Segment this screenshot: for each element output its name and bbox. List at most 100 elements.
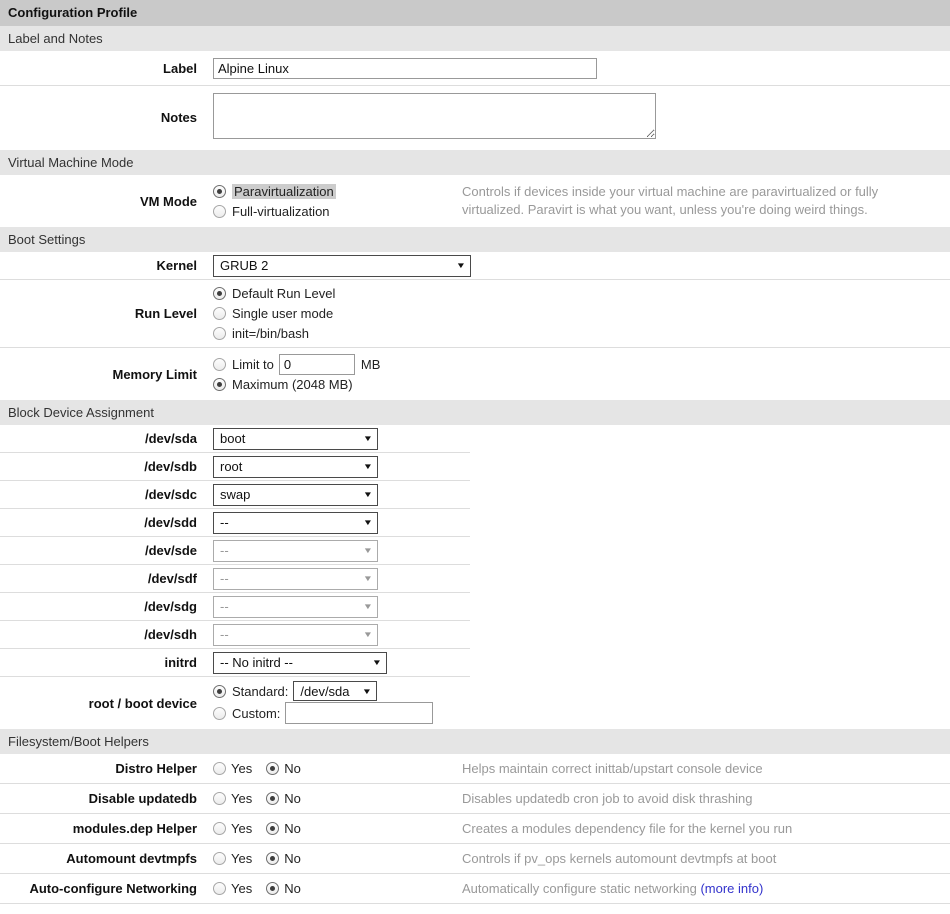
run-level-option-label: init=/bin/bash xyxy=(232,326,309,341)
page-title: Configuration Profile xyxy=(0,0,950,26)
root-boot-custom-option[interactable]: Custom: xyxy=(213,701,465,725)
initrd-row: initrd -- No initrd -- ▼ xyxy=(0,649,470,677)
run-level-option-single-user[interactable]: Single user mode xyxy=(213,304,462,324)
radio-yes-icon[interactable] xyxy=(213,822,226,835)
vm-mode-option-paravirtualization[interactable]: Paravirtualization xyxy=(213,181,462,201)
custom-label: Custom: xyxy=(232,706,280,721)
section-boot-settings: Boot Settings xyxy=(0,227,950,252)
chevron-down-icon: ▼ xyxy=(363,434,373,443)
chevron-down-icon: ▼ xyxy=(372,658,382,667)
block-device-row-sdg: /dev/sdg -- ▼ xyxy=(0,593,470,621)
block-device-row-sdb: /dev/sdb root ▼ xyxy=(0,453,470,481)
radio-checked-icon[interactable] xyxy=(213,185,226,198)
yes-label: Yes xyxy=(231,821,252,836)
disable-updatedb-row: Disable updatedb Yes No Disables updated… xyxy=(0,784,950,814)
radio-checked-icon[interactable] xyxy=(213,378,226,391)
chevron-down-icon: ▼ xyxy=(363,602,373,611)
section-label-and-notes: Label and Notes xyxy=(0,26,950,51)
block-device-row-sdd: /dev/sdd -- ▼ xyxy=(0,509,470,537)
radio-no-icon[interactable] xyxy=(266,792,279,805)
radio-no-icon[interactable] xyxy=(266,822,279,835)
standard-device-select-value: /dev/sda xyxy=(300,684,349,699)
configuration-profile-page: Configuration Profile Label and Notes La… xyxy=(0,0,950,904)
notes-field-label: Notes xyxy=(0,110,205,125)
yes-label: Yes xyxy=(231,791,252,806)
radio-icon[interactable] xyxy=(213,205,226,218)
radio-icon[interactable] xyxy=(213,327,226,340)
radio-checked-icon[interactable] xyxy=(213,685,226,698)
block-device-select[interactable]: root ▼ xyxy=(213,456,378,478)
radio-icon[interactable] xyxy=(213,358,226,371)
radio-icon[interactable] xyxy=(213,307,226,320)
custom-device-input[interactable] xyxy=(285,702,433,724)
run-level-option-init-bash[interactable]: init=/bin/bash xyxy=(213,324,462,344)
chevron-down-icon: ▼ xyxy=(456,261,466,270)
kernel-select[interactable]: GRUB 2 ▼ xyxy=(213,255,471,277)
radio-checked-icon[interactable] xyxy=(213,287,226,300)
block-device-select-disabled: -- ▼ xyxy=(213,624,378,646)
auto-configure-networking-row: Auto-configure Networking Yes No Automat… xyxy=(0,874,950,904)
standard-device-select[interactable]: /dev/sda ▼ xyxy=(293,681,377,701)
kernel-row: Kernel GRUB 2 ▼ xyxy=(0,252,950,280)
radio-no-icon[interactable] xyxy=(266,852,279,865)
vm-mode-option-full-virtualization[interactable]: Full-virtualization xyxy=(213,201,462,221)
standard-label: Standard: xyxy=(232,684,288,699)
device-label: /dev/sdd xyxy=(0,515,205,530)
root-boot-device-label: root / boot device xyxy=(0,696,205,711)
block-device-select-value: -- xyxy=(220,515,229,530)
memory-limit-input[interactable] xyxy=(279,354,355,375)
block-device-select[interactable]: swap ▼ xyxy=(213,484,378,506)
radio-yes-icon[interactable] xyxy=(213,792,226,805)
radio-icon[interactable] xyxy=(213,707,226,720)
run-level-option-label: Default Run Level xyxy=(232,286,335,301)
distro-helper-row: Distro Helper Yes No Helps maintain corr… xyxy=(0,754,950,784)
vm-mode-label: VM Mode xyxy=(0,194,205,209)
modules-dep-helper-help-text: Creates a modules dependency file for th… xyxy=(462,820,950,838)
block-device-select-disabled: -- ▼ xyxy=(213,540,378,562)
block-device-select-disabled: -- ▼ xyxy=(213,568,378,590)
chevron-down-icon: ▼ xyxy=(363,490,373,499)
automount-devtmpfs-help-text: Controls if pv_ops kernels automount dev… xyxy=(462,850,950,868)
vm-mode-row: VM Mode Paravirtualization Full-virtuali… xyxy=(0,175,950,227)
vm-mode-option-label: Full-virtualization xyxy=(232,204,330,219)
no-label: No xyxy=(284,761,301,776)
memory-limit-label: Memory Limit xyxy=(0,367,205,382)
radio-yes-icon[interactable] xyxy=(213,882,226,895)
section-virtual-machine-mode: Virtual Machine Mode xyxy=(0,150,950,175)
block-device-row-sdf: /dev/sdf -- ▼ xyxy=(0,565,470,593)
label-row: Label xyxy=(0,51,950,86)
chevron-down-icon: ▼ xyxy=(363,574,373,583)
label-input[interactable] xyxy=(213,58,597,79)
device-label: /dev/sdb xyxy=(0,459,205,474)
root-boot-standard-option[interactable]: Standard: /dev/sda ▼ xyxy=(213,681,465,701)
block-device-row-sdc: /dev/sdc swap ▼ xyxy=(0,481,470,509)
modules-dep-helper-row: modules.dep Helper Yes No Creates a modu… xyxy=(0,814,950,844)
device-label: /dev/sdf xyxy=(0,571,205,586)
run-level-option-default[interactable]: Default Run Level xyxy=(213,284,462,304)
no-label: No xyxy=(284,821,301,836)
no-label: No xyxy=(284,851,301,866)
automount-devtmpfs-label: Automount devtmpfs xyxy=(0,851,205,866)
radio-no-icon[interactable] xyxy=(266,762,279,775)
memory-limit-option-maximum[interactable]: Maximum (2048 MB) xyxy=(213,374,605,394)
radio-no-icon[interactable] xyxy=(266,882,279,895)
label-field-label: Label xyxy=(0,61,205,76)
run-level-row: Run Level Default Run Level Single user … xyxy=(0,280,950,348)
auto-configure-networking-label: Auto-configure Networking xyxy=(0,881,205,896)
block-device-select[interactable]: -- ▼ xyxy=(213,512,378,534)
chevron-down-icon: ▼ xyxy=(363,546,373,555)
block-device-select-value: -- xyxy=(220,571,229,586)
radio-yes-icon[interactable] xyxy=(213,762,226,775)
radio-yes-icon[interactable] xyxy=(213,852,226,865)
block-device-select-value: -- xyxy=(220,599,229,614)
more-info-link[interactable]: (more info) xyxy=(700,881,763,896)
run-level-option-label: Single user mode xyxy=(232,306,333,321)
block-device-select[interactable]: boot ▼ xyxy=(213,428,378,450)
notes-textarea[interactable] xyxy=(213,93,656,139)
block-device-row-sdh: /dev/sdh -- ▼ xyxy=(0,621,470,649)
memory-limit-option-limit[interactable]: Limit to MB xyxy=(213,354,605,374)
initrd-label: initrd xyxy=(0,655,205,670)
run-level-label: Run Level xyxy=(0,306,205,321)
root-boot-device-row: root / boot device Standard: /dev/sda ▼ … xyxy=(0,677,470,729)
initrd-select[interactable]: -- No initrd -- ▼ xyxy=(213,652,387,674)
